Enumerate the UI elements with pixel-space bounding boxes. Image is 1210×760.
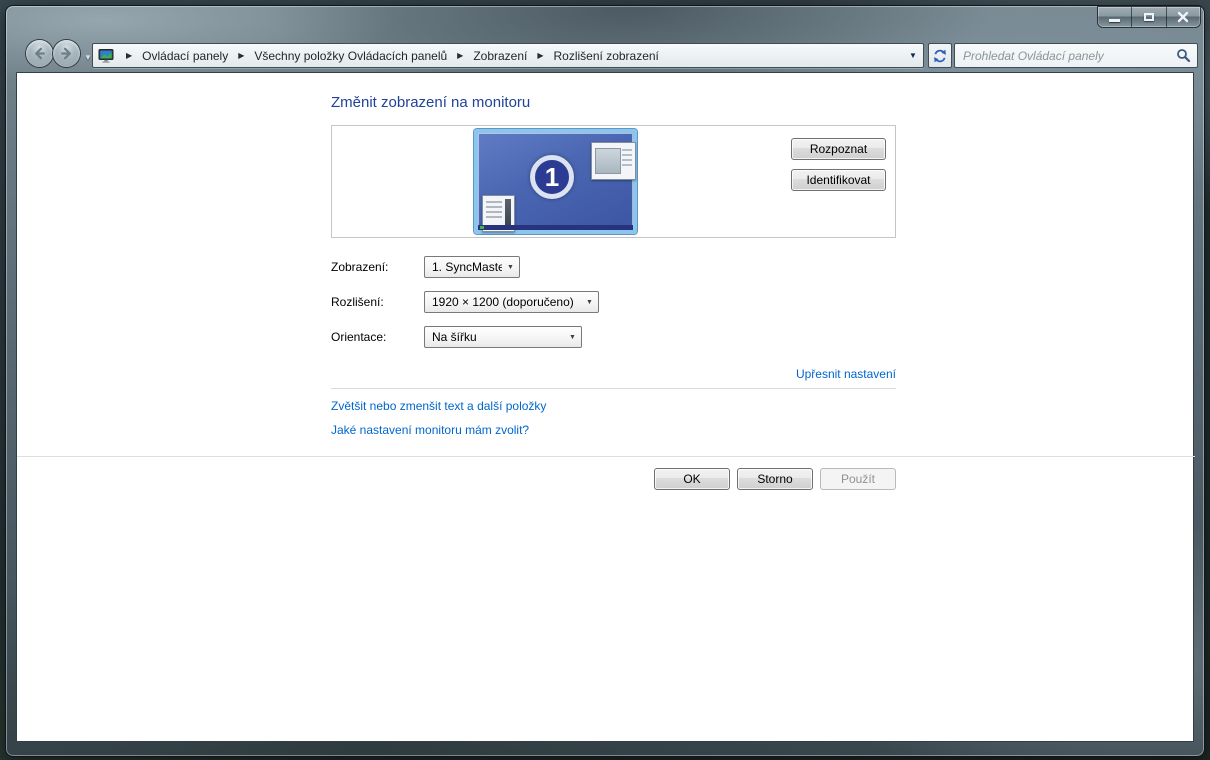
monitor-number-badge: 1 (530, 155, 574, 199)
window-controls (1098, 7, 1200, 27)
maximize-button[interactable] (1132, 7, 1166, 27)
dialog-button-row: OK Storno Použít (331, 468, 896, 490)
breadcrumb-separator-icon: ▶ (120, 51, 138, 60)
which-settings-link[interactable]: Jaké nastavení monitoru mám zvolit? (331, 423, 529, 437)
breadcrumb-item-all-items[interactable]: Všechny položky Ovládacích panelů (250, 49, 451, 63)
detect-button[interactable]: Rozpoznat (791, 138, 886, 160)
search-icon (1176, 48, 1191, 63)
close-icon (1177, 11, 1189, 23)
back-arrow-icon (32, 46, 47, 61)
address-dropdown-button[interactable]: ▼ (903, 51, 923, 60)
identify-button[interactable]: Identifikovat (791, 169, 886, 191)
search-box (954, 43, 1198, 68)
chevron-down-icon: ▼ (502, 264, 519, 271)
apply-button[interactable]: Použít (820, 468, 896, 490)
breadcrumb-item-display[interactable]: Zobrazení (469, 49, 531, 63)
advanced-settings-link[interactable]: Upřesnit nastavení (796, 367, 896, 381)
orientation-field-label: Orientace: (331, 330, 386, 344)
ok-button[interactable]: OK (654, 468, 730, 490)
monitor-preview-panel: 1 Rozpoznat Identifikovat (331, 125, 896, 238)
forward-button[interactable] (53, 40, 80, 67)
chevron-down-icon: ▼ (581, 299, 598, 306)
preview-window-graphic (591, 142, 636, 180)
search-input[interactable] (963, 49, 1176, 63)
close-button[interactable] (1167, 7, 1200, 27)
orientation-select-value: Na šířku (425, 330, 564, 344)
maximize-icon (1144, 13, 1154, 21)
display-field-label: Zobrazení: (331, 260, 388, 274)
breadcrumb-separator-icon: ▶ (531, 51, 549, 60)
resolution-select-value: 1920 × 1200 (doporučeno) (425, 295, 581, 309)
refresh-icon (932, 48, 948, 64)
explorer-window: ▼ ▶ Ovládací panely ▶ Všechny položky Ov… (6, 6, 1204, 756)
back-button[interactable] (26, 40, 53, 67)
display-select-value: 1. SyncMaster (425, 260, 502, 274)
monitor-1-preview[interactable]: 1 (474, 129, 637, 234)
forward-arrow-icon (59, 46, 74, 61)
resolution-select[interactable]: 1920 × 1200 (doporučeno) ▼ (424, 291, 599, 313)
breadcrumb-item-resolution[interactable]: Rozlišení zobrazení (550, 49, 663, 63)
advanced-settings-row: Upřesnit nastavení (331, 365, 896, 383)
breadcrumb-item-control-panel[interactable]: Ovládací panely (138, 49, 232, 63)
resolution-field-label: Rozlišení: (331, 295, 384, 309)
chevron-down-icon: ▼ (564, 334, 581, 341)
display-cpl-icon (98, 48, 114, 64)
minimize-button[interactable] (1098, 7, 1132, 27)
page-title: Změnit zobrazení na monitoru (331, 94, 530, 111)
minimize-icon (1109, 19, 1120, 22)
breadcrumb: ▶ Ovládací panely ▶ Všechny položky Ovlá… (92, 43, 924, 68)
section-divider (331, 388, 896, 389)
client-area: Změnit zobrazení na monitoru 1 (16, 72, 1194, 742)
breadcrumb-separator-icon: ▶ (451, 51, 469, 60)
button-row-divider (17, 456, 1195, 457)
resize-text-link[interactable]: Zvětšit nebo zmenšit text a další položk… (331, 399, 546, 413)
display-select[interactable]: 1. SyncMaster ▼ (424, 256, 520, 278)
cancel-button[interactable]: Storno (737, 468, 813, 490)
preview-taskbar-graphic (478, 225, 633, 230)
breadcrumb-separator-icon: ▶ (232, 51, 250, 60)
refresh-button[interactable] (928, 43, 952, 68)
recent-pages-dropdown[interactable]: ▼ (84, 53, 92, 62)
orientation-select[interactable]: Na šířku ▼ (424, 326, 582, 348)
